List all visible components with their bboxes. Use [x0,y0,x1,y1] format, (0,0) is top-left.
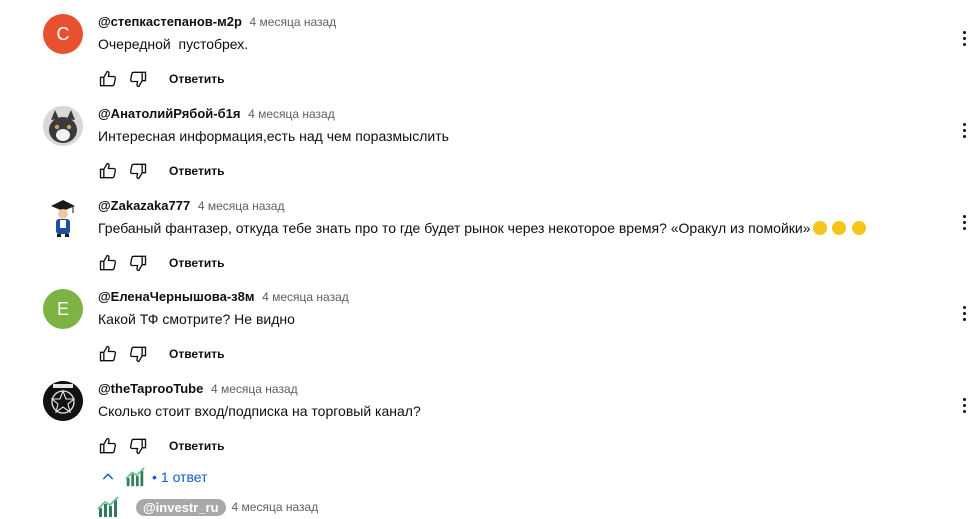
like-icon[interactable] [96,342,120,366]
comment-item: С @степкастепанов-м2р 4 месяца назад Оче… [0,14,974,104]
laughing-emoji-icon [812,221,827,235]
comment-text: Сколько стоит вход/подписка на торговый … [98,403,421,419]
comment-item: @Zakazaka777 4 месяца назад Гребаный фан… [0,198,974,288]
like-icon[interactable] [96,67,120,91]
comment-actions: Ответить [96,342,224,366]
more-options-icon[interactable] [957,393,971,417]
comment-time[interactable]: 4 месяца назад [262,290,349,304]
comment-author[interactable]: @АнатолийРябой-б1я [98,106,240,121]
more-options-icon[interactable] [957,301,971,325]
replies-toggle-button[interactable]: • 1 ответ [96,463,208,491]
comment-author[interactable]: @ЕленаЧернышова-з8м [98,289,254,304]
graduate-avatar-icon [43,198,83,238]
comment-author[interactable]: @theTaprooTube [98,381,203,396]
avatar[interactable] [43,381,83,421]
dislike-icon[interactable] [126,251,150,275]
reply-button[interactable]: Ответить [169,439,224,453]
replies-bullet: • [152,469,157,485]
reply-author-badge[interactable]: @investr_ru [136,498,226,516]
like-icon[interactable] [96,251,120,275]
dislike-icon[interactable] [126,67,150,91]
channel-avatar[interactable] [96,495,120,519]
comment-header: @ЕленаЧернышова-з8м 4 месяца назад [98,289,349,304]
reply-item: @investr_ru 4 месяца назад [96,495,318,519]
avatar[interactable] [43,106,83,146]
avatar-letter: Е [56,298,69,319]
comment-actions: Ответить [96,67,224,91]
comment-text: Какой ТФ смотрите? Не видно [98,311,295,327]
reply-button[interactable]: Ответить [169,164,224,178]
like-icon[interactable] [96,434,120,458]
avatar[interactable]: С [43,14,83,54]
avatar[interactable] [43,198,83,238]
laughing-emoji-icon [832,221,847,235]
reply-button[interactable]: Ответить [169,256,224,270]
avatar[interactable]: Е [43,289,83,329]
comment-text: Очередной пустобрех. [98,36,249,52]
comment-author[interactable]: @Zakazaka777 [98,198,190,213]
more-options-icon[interactable] [957,210,971,234]
avatar-letter: С [56,23,70,44]
cat-avatar-icon [43,106,83,146]
dislike-icon[interactable] [126,342,150,366]
comment-header: @АнатолийРябой-б1я 4 месяца назад [98,106,335,121]
comment-text: Интересная информация,есть над чем пораз… [98,128,449,144]
comment-time[interactable]: 4 месяца назад [211,382,298,396]
replies-count: 1 ответ [160,469,208,485]
comment-author[interactable]: @степкастепанов-м2р [98,14,242,29]
reply-button[interactable]: Ответить [169,347,224,361]
comment-header: @theTaprooTube 4 месяца назад [98,381,298,396]
like-icon[interactable] [96,159,120,183]
comment-actions: Ответить [96,251,224,275]
channel-avatar [124,466,146,488]
comment-item: Е @ЕленаЧернышова-з8м 4 месяца назад Как… [0,289,974,379]
comment-item: @theTaprooTube 4 месяца назад Сколько ст… [0,381,974,471]
dislike-icon[interactable] [126,159,150,183]
more-options-icon[interactable] [957,26,971,50]
dislike-icon[interactable] [126,434,150,458]
comment-text: Гребаный фантазер, откуда тебе знать про… [98,220,867,236]
comment-header: @степкастепанов-м2р 4 месяца назад [98,14,336,29]
comment-time[interactable]: 4 месяца назад [198,199,285,213]
more-options-icon[interactable] [957,118,971,142]
laughing-emoji-icon [852,221,867,235]
comment-time[interactable]: 4 месяца назад [250,15,337,29]
comment-actions: Ответить [96,159,224,183]
comment-time[interactable]: 4 месяца назад [248,107,335,121]
comment-actions: Ответить [96,434,224,458]
comment-text-body: Гребаный фантазер, откуда тебе знать про… [98,220,811,236]
pentagram-avatar-icon [43,381,83,421]
chevron-up-icon [96,465,120,489]
reply-button[interactable]: Ответить [169,72,224,86]
comment-item: @АнатолийРябой-б1я 4 месяца назад Интере… [0,106,974,196]
reply-time[interactable]: 4 месяца назад [232,500,319,514]
comment-header: @Zakazaka777 4 месяца назад [98,198,284,213]
